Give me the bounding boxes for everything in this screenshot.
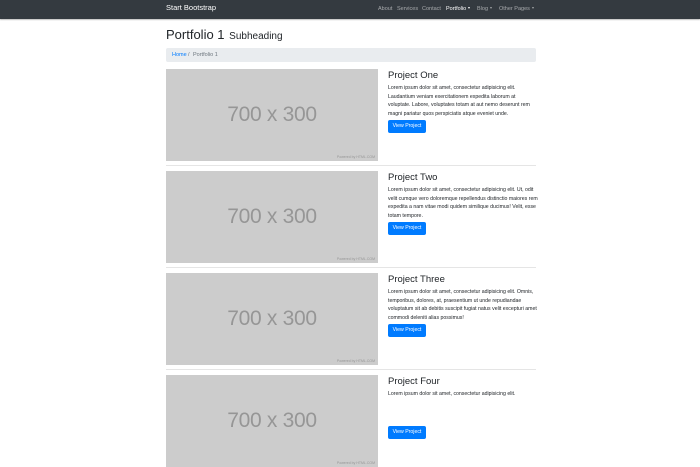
project-description: Lorem ipsum dolor sit amet, consectetur … — [388, 391, 516, 397]
view-project-button[interactable]: View Project — [388, 426, 426, 439]
project-title: Project Four — [388, 376, 440, 387]
breadcrumb-separator: / — [188, 52, 190, 58]
image-credit: Powered by HTML.COM — [336, 461, 375, 465]
chevron-down-icon — [531, 7, 534, 9]
divider — [166, 165, 536, 166]
nav-item-label: Blog — [477, 6, 489, 12]
nav-item-about[interactable]: About — [378, 6, 392, 12]
nav-item-label: About — [378, 6, 393, 12]
project-item: 700 x 300 Powered by HTML.COM Project Fo… — [166, 375, 536, 467]
nav-item-other-pages[interactable]: Other Pages — [499, 6, 534, 12]
nav-item-label: Contact — [422, 6, 441, 12]
breadcrumb-current: Portfolio 1 — [193, 52, 218, 58]
page-title-text: Portfolio 1 — [166, 27, 225, 42]
page-subtitle: Subheading — [229, 31, 283, 42]
chevron-down-icon — [468, 7, 471, 9]
chevron-down-icon — [490, 7, 493, 9]
view-project-button[interactable]: View Project — [388, 222, 426, 235]
image-size-label: 700 x 300 — [227, 409, 317, 432]
project-item: 700 x 300 Powered by HTML.COM Project Tw… — [166, 171, 538, 263]
project-image[interactable]: 700 x 300 Powered by HTML.COM — [166, 273, 378, 365]
nav-item-blog[interactable]: Blog — [477, 6, 493, 12]
project-image[interactable]: 700 x 300 Powered by HTML.COM — [166, 375, 378, 467]
nav-item-services[interactable]: Services — [397, 6, 418, 12]
breadcrumb-home-link[interactable]: Home — [172, 52, 187, 58]
image-credit: Powered by HTML.COM — [336, 257, 375, 261]
project-description: Lorem ipsum dolor sit amet, consectetur … — [388, 85, 530, 117]
divider — [166, 267, 536, 268]
image-size-label: 700 x 300 — [227, 307, 317, 330]
page-title: Portfolio 1 Subheading — [166, 27, 283, 42]
nav-item-label: Services — [397, 6, 419, 12]
breadcrumb: Home / Portfolio 1 — [166, 48, 536, 62]
nav-item-label: Portfolio — [446, 6, 467, 12]
project-title: Project Three — [388, 274, 445, 285]
project-item: 700 x 300 Powered by HTML.COM Project On… — [166, 69, 536, 161]
nav-item-portfolio[interactable]: Portfolio — [446, 6, 471, 12]
image-size-label: 700 x 300 — [227, 103, 317, 126]
project-image[interactable]: 700 x 300 Powered by HTML.COM — [166, 69, 378, 161]
project-image[interactable]: 700 x 300 Powered by HTML.COM — [166, 171, 378, 263]
navbar-brand[interactable]: Start Bootstrap — [166, 3, 216, 12]
project-item: 700 x 300 Powered by HTML.COM Project Th… — [166, 273, 537, 365]
project-description: Lorem ipsum dolor sit amet, consectetur … — [388, 289, 537, 321]
nav-item-label: Other Pages — [499, 6, 530, 12]
nav-item-contact[interactable]: Contact — [422, 6, 441, 12]
image-credit: Powered by HTML.COM — [336, 155, 375, 159]
image-size-label: 700 x 300 — [227, 205, 317, 228]
divider — [166, 369, 536, 370]
view-project-button[interactable]: View Project — [388, 120, 426, 133]
project-description: Lorem ipsum dolor sit amet, consectetur … — [388, 187, 538, 219]
image-credit: Powered by HTML.COM — [336, 359, 375, 363]
project-title: Project One — [388, 70, 439, 81]
project-title: Project Two — [388, 172, 438, 183]
top-navbar: Start Bootstrap About Services Contact P… — [0, 0, 700, 19]
view-project-button[interactable]: View Project — [388, 324, 426, 337]
